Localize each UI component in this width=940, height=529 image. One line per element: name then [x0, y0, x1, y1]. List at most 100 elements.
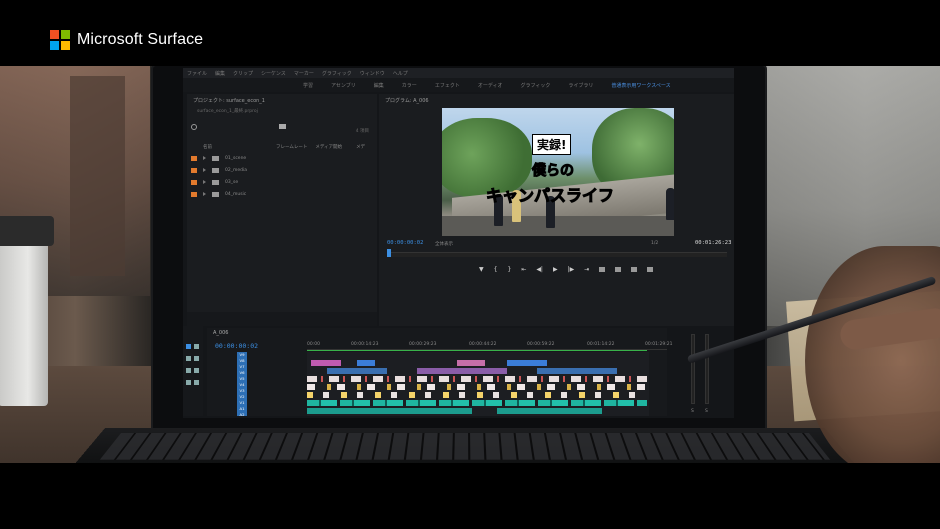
program-monitor-title[interactable]: プログラム: A_006: [385, 97, 429, 104]
video-clip-strip[interactable]: [307, 384, 647, 390]
mark-in-icon[interactable]: {: [494, 266, 498, 273]
audio-clip[interactable]: [307, 408, 472, 414]
play-icon[interactable]: ▶: [553, 266, 558, 273]
track-area[interactable]: [307, 352, 649, 416]
project-panel-title[interactable]: プロジェクト: surface_econ_1: [193, 97, 265, 104]
label-color-swatch[interactable]: [191, 167, 197, 173]
laptop-screen: ファイル 編集 クリップ シーケンス マーカー グラフィック ウィンドウ ヘルプ…: [183, 68, 734, 418]
timeline-timecode[interactable]: 00:00:00:02: [215, 342, 258, 350]
meter-solo-label[interactable]: S: [691, 409, 694, 414]
selection-tool-icon[interactable]: [186, 344, 191, 349]
title-card-line1: 実録!: [532, 134, 572, 155]
meter-solo-label[interactable]: S: [705, 409, 708, 414]
go-to-in-icon[interactable]: ⇤: [521, 266, 526, 273]
bin-row[interactable]: 01_scene: [191, 154, 246, 162]
video-clip[interactable]: [311, 360, 341, 366]
resolution-dropdown[interactable]: 1/2: [651, 241, 658, 246]
type-tool-icon[interactable]: [194, 380, 199, 385]
go-to-out-icon[interactable]: ⇥: [584, 266, 589, 273]
chevron-right-icon[interactable]: [203, 168, 206, 172]
menu-item[interactable]: マーカー: [294, 70, 314, 77]
folder-icon: [212, 167, 219, 173]
workspace-tab-active[interactable]: 普通表示用ワークスペース: [611, 82, 670, 89]
sequence-tab[interactable]: A_006: [213, 330, 228, 336]
new-bin-icon[interactable]: [279, 124, 286, 129]
audio-meters: S S: [683, 330, 731, 414]
column-header[interactable]: 名前: [203, 144, 212, 150]
bin-row[interactable]: 04_music: [191, 190, 246, 198]
label-color-swatch[interactable]: [191, 155, 197, 161]
hand-tool-icon[interactable]: [186, 380, 191, 385]
extract-icon[interactable]: [615, 267, 622, 272]
ripple-edit-icon[interactable]: [186, 356, 191, 361]
timeline-panel: A_006 00:00:00:02 00:00 00:00:14:23 00:0…: [207, 328, 672, 417]
column-header[interactable]: フレームレート: [276, 144, 307, 150]
letterbox-bottom: [0, 463, 940, 529]
brand: Microsoft Surface: [50, 30, 203, 50]
tools-panel: [183, 326, 203, 416]
workspace-tab[interactable]: カラー: [402, 82, 417, 89]
chevron-right-icon[interactable]: [203, 192, 206, 196]
menu-item[interactable]: シーケンス: [261, 70, 286, 77]
video-clip[interactable]: [327, 368, 387, 374]
workspace-tab[interactable]: アセンブリ: [331, 82, 356, 89]
current-timecode[interactable]: 00:00:00:02: [387, 240, 423, 246]
compare-icon[interactable]: [647, 267, 654, 272]
program-scrubber[interactable]: [387, 252, 727, 257]
workspace-tab[interactable]: グラフィック: [520, 82, 550, 89]
menu-bar: ファイル 編集 クリップ シーケンス マーカー グラフィック ウィンドウ ヘルプ: [183, 68, 734, 78]
ruler-mark: 00:00: [307, 342, 320, 347]
menu-item[interactable]: ウィンドウ: [360, 70, 385, 77]
ruler-mark: 00:00:14:23: [351, 342, 379, 347]
work-area-bar[interactable]: [307, 350, 647, 351]
step-forward-icon[interactable]: |▶: [568, 266, 575, 273]
bin-row[interactable]: 03_se: [191, 178, 238, 186]
workspace-tab[interactable]: オーディオ: [478, 82, 503, 89]
project-file-path: surface_econ_1_最終.prproj: [197, 109, 258, 114]
menu-item[interactable]: 編集: [215, 70, 225, 77]
bin-row[interactable]: 02_media: [191, 166, 247, 174]
razor-icon[interactable]: [194, 356, 199, 361]
playhead[interactable]: [387, 249, 391, 257]
label-color-swatch[interactable]: [191, 191, 197, 197]
ruler-mark: 00:01:29:21: [645, 342, 673, 347]
video-clip[interactable]: [357, 360, 375, 366]
video-clip[interactable]: [417, 368, 507, 374]
pen-tool-icon[interactable]: [194, 368, 199, 373]
bin-name: 01_scene: [225, 155, 247, 161]
video-clip[interactable]: [507, 360, 547, 366]
lift-icon[interactable]: [599, 267, 606, 272]
video-clip[interactable]: [457, 360, 485, 366]
workspace-tab[interactable]: 編集: [374, 82, 384, 89]
column-header[interactable]: メディア開始: [315, 144, 342, 150]
folder-icon: [212, 155, 219, 161]
step-back-icon[interactable]: ◀|: [536, 266, 543, 273]
workspace-tab[interactable]: エフェクト: [435, 82, 460, 89]
column-header[interactable]: メデ: [356, 144, 365, 150]
menu-item[interactable]: ヘルプ: [393, 70, 408, 77]
video-clip-strip[interactable]: [307, 376, 647, 382]
slip-icon[interactable]: [186, 368, 191, 373]
camera-icon[interactable]: [631, 267, 638, 272]
menu-item[interactable]: ファイル: [187, 70, 207, 77]
track-label[interactable]: A2: [237, 412, 247, 417]
track-select-icon[interactable]: [194, 344, 199, 349]
chevron-right-icon[interactable]: [203, 156, 206, 160]
chevron-right-icon[interactable]: [203, 180, 206, 184]
bin-name: 04_music: [225, 191, 247, 197]
menu-item[interactable]: クリップ: [233, 70, 253, 77]
audio-clip[interactable]: [497, 408, 602, 414]
workspace-tab[interactable]: 学習: [303, 82, 313, 89]
video-clip[interactable]: [537, 368, 617, 374]
audio-clip-strip[interactable]: [307, 400, 647, 406]
workspace-tab[interactable]: ライブラリ: [568, 82, 593, 89]
search-icon[interactable]: [191, 124, 197, 130]
label-color-swatch[interactable]: [191, 179, 197, 185]
time-ruler[interactable]: 00:00 00:00:14:23 00:00:29:23 00:00:44:2…: [307, 340, 672, 350]
menu-item[interactable]: グラフィック: [322, 70, 352, 77]
marker-icon[interactable]: ▼: [479, 266, 484, 273]
mark-out-icon[interactable]: }: [507, 266, 511, 273]
keyboard-keys: [99, 432, 831, 460]
fit-dropdown[interactable]: 全体表示: [435, 241, 453, 247]
video-clip-strip[interactable]: [307, 392, 647, 398]
